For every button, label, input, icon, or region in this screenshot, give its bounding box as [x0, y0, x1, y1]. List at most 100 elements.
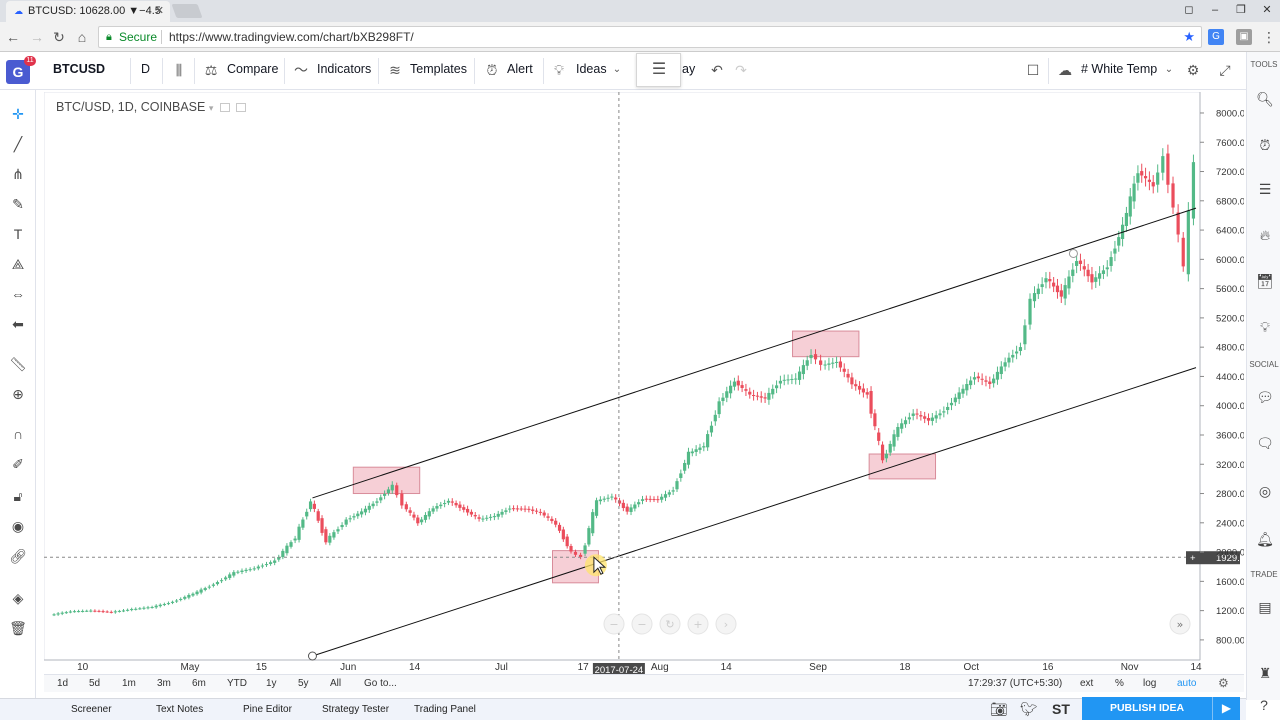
cloud-save-icon[interactable]: ☁	[1056, 61, 1074, 79]
eye-icon[interactable]: ◉	[8, 516, 28, 536]
ideas-bulb-icon[interactable]: 💡︎	[550, 61, 568, 79]
percent-scale-button[interactable]: %	[1115, 678, 1124, 689]
chart-layout-icon[interactable]: ☐	[1024, 61, 1042, 79]
highlight-box[interactable]	[868, 453, 937, 480]
new-tab-button[interactable]	[171, 4, 203, 18]
trend-line-icon[interactable]: ╱	[8, 134, 28, 154]
reload-icon[interactable]: ↻	[50, 28, 68, 46]
search-icon[interactable]: 🔍︎	[1256, 90, 1274, 108]
auto-scale-button[interactable]: auto	[1177, 678, 1196, 689]
channel-midpoint-handle[interactable]	[1068, 248, 1078, 258]
zoom-controls[interactable]: − − ↻ + › »	[603, 613, 1191, 635]
tab-strategy-tester[interactable]: Strategy Tester	[322, 704, 389, 715]
parallel-channel[interactable]	[307, 207, 1197, 661]
close-tab-icon[interactable]: ✕	[155, 1, 164, 21]
restore-icon[interactable]: ❐	[1228, 0, 1254, 22]
alert-button[interactable]: Alert	[507, 52, 533, 90]
ideas-chevron-down-icon[interactable]: ⌄	[608, 61, 626, 79]
goto-date-button[interactable]: Go to...	[364, 678, 397, 689]
indicators-button[interactable]: Indicators	[317, 52, 371, 90]
highlight-box[interactable]	[352, 466, 421, 495]
tab-trading-panel[interactable]: Trading Panel	[414, 704, 476, 715]
user-avatar[interactable]: G 11	[6, 56, 36, 84]
crosshair-icon[interactable]: ✛	[8, 104, 28, 124]
prediction-icon[interactable]: ⇔	[8, 284, 28, 304]
camera-icon[interactable]: 📷︎	[990, 701, 1008, 718]
channel-anchor-handle[interactable]	[307, 651, 317, 661]
indicators-icon[interactable]: 〜	[292, 61, 310, 79]
templates-icon[interactable]: ≋	[386, 61, 404, 79]
extended-hours-button[interactable]: ext	[1080, 678, 1093, 689]
stay-drawing-icon[interactable]: ✐	[8, 454, 28, 474]
legend-chevron-icon[interactable]: ▾	[209, 103, 214, 113]
log-scale-button[interactable]: log	[1143, 678, 1156, 689]
redo-icon[interactable]: ↷	[732, 61, 750, 79]
templates-button[interactable]: Templates	[410, 52, 467, 90]
layout-chevron-down-icon[interactable]: ⌄	[1160, 61, 1178, 79]
url-field[interactable]: 🔒︎ Secure https://www.tradingview.com/ch…	[98, 26, 1202, 48]
layers-icon[interactable]: ◈	[8, 588, 28, 608]
range-1y-button[interactable]: 1y	[266, 678, 277, 689]
undo-icon[interactable]: ↶	[708, 61, 726, 79]
close-window-icon[interactable]: ✕	[1254, 0, 1280, 22]
replay-button[interactable]: ay	[682, 52, 695, 90]
notifications-bell-icon[interactable]: 🔔︎	[1256, 530, 1274, 548]
legend-settings-icon[interactable]	[219, 103, 230, 112]
ruler-icon[interactable]: 📏︎	[8, 354, 28, 374]
browser-menu-icon[interactable]: ⋮	[1260, 28, 1278, 46]
watchlist-icon[interactable]: ☰	[1256, 180, 1274, 198]
extension-icon[interactable]: ▣	[1236, 29, 1252, 45]
link-icon[interactable]: 🔗︎	[8, 546, 28, 566]
publish-arrow-icon[interactable]: ▶	[1212, 697, 1240, 720]
alert-clock-icon[interactable]: ⏰︎	[483, 61, 501, 79]
minimize-icon[interactable]: –	[1202, 0, 1228, 22]
legend-hide-icon[interactable]	[236, 103, 247, 112]
range-3m-button[interactable]: 3m	[157, 678, 171, 689]
publish-idea-button[interactable]: PUBLISH IDEA	[1082, 697, 1212, 720]
pitchfork-icon[interactable]: ⋔	[8, 164, 28, 184]
channel-lower-line[interactable]	[312, 367, 1197, 657]
interval-button[interactable]: D	[141, 52, 150, 90]
chat-icon[interactable]: 💬︎	[1256, 388, 1274, 406]
candle-style-icon[interactable]: ⫼	[170, 61, 188, 79]
range-5d-button[interactable]: 5d	[89, 678, 100, 689]
pattern-icon[interactable]: ⟁	[8, 254, 28, 274]
tab-screener[interactable]: Screener	[71, 704, 112, 715]
hotlist-flame-icon[interactable]: 🔥︎	[1256, 226, 1274, 244]
lock-drawings-icon[interactable]: 🔓︎	[8, 486, 28, 506]
compare-icon[interactable]: ⚖	[202, 61, 220, 79]
scale-settings-gear-icon[interactable]: ⚙	[1218, 676, 1229, 690]
tab-text-notes[interactable]: Text Notes	[156, 704, 203, 715]
price-axis[interactable]: 800.00 1200.00 1600.00 2000.00 2400.00 2800.0…	[1200, 108, 1244, 646]
range-5y-button[interactable]: 5y	[298, 678, 309, 689]
price-chart[interactable]: 2017-07-24+1929.80 800.001200.001600.002…	[44, 92, 1244, 674]
lightbulb-icon[interactable]: 💡︎	[1256, 318, 1274, 336]
channel-upper-line[interactable]	[312, 207, 1197, 499]
browser-tab[interactable]: ☁ BTCUSD: 10628.00 ▼−4.5 ✕	[6, 1, 170, 22]
home-icon[interactable]: ⌂	[73, 28, 91, 46]
text-tool-icon[interactable]: T	[8, 224, 28, 244]
compare-button[interactable]: Compare	[227, 52, 278, 90]
back-icon[interactable]: ←	[4, 28, 22, 46]
settings-gear-icon[interactable]: ⚙	[1184, 61, 1202, 79]
save-layout-button[interactable]: # White Temp	[1081, 52, 1157, 90]
forward-icon[interactable]: →	[28, 28, 46, 46]
messages-icon[interactable]: 🗨︎	[1256, 434, 1274, 452]
range-1m-button[interactable]: 1m	[122, 678, 136, 689]
calendar-icon[interactable]: 📅︎	[1256, 272, 1274, 290]
streams-icon[interactable]: ◎	[1256, 482, 1274, 500]
hamburger-menu-button[interactable]: ☰	[636, 53, 681, 87]
alarm-clock-icon[interactable]: ⏰︎	[1256, 136, 1274, 154]
dom-icon[interactable]: ▤	[1256, 598, 1274, 616]
range-all-button[interactable]: All	[330, 678, 341, 689]
clock-readout[interactable]: 17:29:37 (UTC+5:30)	[968, 678, 1062, 689]
user-icon[interactable]: ◻	[1176, 0, 1202, 22]
zoom-in-icon[interactable]: ⊕	[8, 384, 28, 404]
brush-icon[interactable]: ✎	[8, 194, 28, 214]
fullscreen-icon[interactable]: ⤢	[1216, 61, 1234, 79]
tab-pine-editor[interactable]: Pine Editor	[243, 704, 292, 715]
range-1d-button[interactable]: 1d	[57, 678, 68, 689]
magnet-icon[interactable]: ∩	[8, 424, 28, 444]
bookmark-star-icon[interactable]: ★	[1183, 27, 1195, 47]
translate-extension-icon[interactable]: G	[1208, 29, 1224, 45]
